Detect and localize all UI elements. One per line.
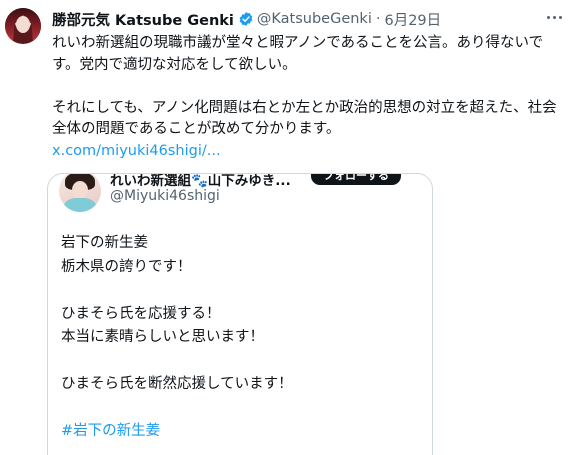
tweet-header: 勝部元気 Katsube Genki @KatsubeGenki · 6月29日	[52, 9, 534, 29]
timestamp[interactable]: 6月29日	[384, 9, 441, 30]
quoted-tweet-card[interactable]: れいわ新選組🐾山下みゆき... フォローする @Miyuki46shigi 岩下…	[47, 173, 433, 455]
verified-badge-icon	[238, 11, 254, 27]
tweet-paragraph-2: それにしても、アノン化問題は右とか左とか政治的思想の対立を超えた、社会全体の問題…	[52, 98, 562, 163]
quoted-line-5: ひまそら氏を断然応援しています！	[61, 376, 293, 392]
avatar[interactable]	[5, 8, 41, 44]
display-name[interactable]: 勝部元気 Katsube Genki	[52, 9, 234, 30]
separator-dot: ·	[375, 11, 381, 27]
quoted-paragraph-4: #岩下の新生姜	[61, 420, 293, 444]
quoted-display-name[interactable]: れいわ新選組🐾山下みゆき...	[110, 174, 330, 189]
tweet-paragraph-1: れいわ新選組の現職市議が堂々と暇アノンであることを公言。あり得ないです。党内で適…	[52, 35, 544, 73]
quoted-line-2: 栃木県の誇りです！	[61, 258, 192, 275]
follow-button[interactable]: フォローする	[311, 174, 401, 185]
handle[interactable]: @KatsubeGenki	[257, 11, 372, 27]
tweet[interactable]: 勝部元気 Katsube Genki @KatsubeGenki · 6月29日…	[0, 0, 574, 455]
quoted-body: 岩下の新生姜 栃木県の誇りです！ ひまそら氏を応援する！ 本当に素晴らしいと思い…	[61, 232, 293, 444]
quoted-line-3: ひまそら氏を応援する！	[61, 305, 221, 322]
quoted-paragraph-3: ひまそら氏を断然応援しています！	[61, 373, 293, 397]
quoted-line-1: 岩下の新生姜	[61, 235, 148, 251]
quoted-avatar-face	[72, 181, 88, 199]
quoted-avatar[interactable]	[59, 174, 101, 212]
tweet-body: れいわ新選組の現職市議が堂々と暇アノンであることを公言。あり得ないです。党内で適…	[52, 33, 562, 162]
quoted-paragraph-1: 岩下の新生姜 栃木県の誇りです！	[61, 232, 293, 279]
quoted-paragraph-2: ひまそら氏を応援する！ 本当に素晴らしいと思います！	[61, 303, 293, 350]
avatar-face	[16, 16, 30, 33]
hashtag-link[interactable]: #岩下の新生姜	[61, 423, 160, 439]
quoted-avatar-body	[64, 198, 96, 212]
tweet-link[interactable]: x.com/miyuki46shigi/...	[52, 143, 221, 159]
tweet-paragraph-2-text: それにしても、アノン化問題は右とか左とか政治的思想の対立を超えた、社会全体の問題…	[52, 99, 557, 138]
more-options-icon[interactable]	[544, 9, 564, 25]
quoted-line-4: 本当に素晴らしいと思います！	[61, 329, 264, 345]
quoted-handle[interactable]: @Miyuki46shigi	[110, 188, 220, 204]
